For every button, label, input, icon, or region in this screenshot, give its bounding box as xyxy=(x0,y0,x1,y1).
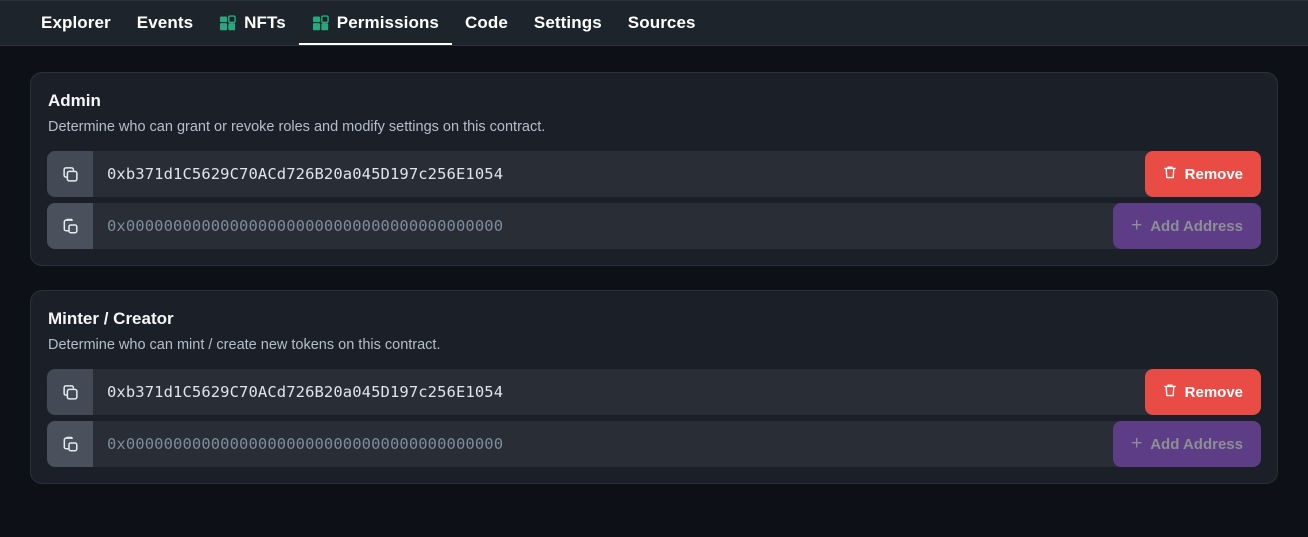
remove-button[interactable]: Remove xyxy=(1144,369,1261,415)
permission-card-0: Admin Determine who can grant or revoke … xyxy=(30,72,1278,266)
nav-item-permissions[interactable]: Permissions xyxy=(298,1,453,45)
add-address-button[interactable]: + Add Address xyxy=(1113,421,1261,467)
permissions-page: Admin Determine who can grant or revoke … xyxy=(0,46,1308,484)
nav-item-label: Explorer xyxy=(41,13,111,32)
card-description: Determine who can grant or revoke roles … xyxy=(48,119,546,135)
paste-icon-button[interactable] xyxy=(47,203,93,249)
nav-item-nfts[interactable]: NFTs xyxy=(206,1,299,45)
address-row-list: 0xb371d1C5629C70ACd726B20a045D197c256E10… xyxy=(47,369,1261,467)
address-input-placeholder[interactable]: 0x00000000000000000000000000000000000000… xyxy=(93,421,1113,467)
plus-icon: + xyxy=(1131,432,1143,454)
button-label: Add Address xyxy=(1150,217,1243,235)
paste-icon xyxy=(63,218,78,234)
address-row-0: 0xb371d1C5629C70ACd726B20a045D197c256E10… xyxy=(47,369,1261,415)
trash-icon xyxy=(1163,166,1176,178)
nav-item-label: Settings xyxy=(533,13,602,32)
nav-item-code[interactable]: Code xyxy=(452,1,521,45)
paste-icon xyxy=(63,436,78,452)
nav-item-settings[interactable]: Settings xyxy=(521,1,615,45)
plus-icon: + xyxy=(1131,214,1143,236)
blocks-icon xyxy=(312,14,329,32)
nav-item-label: Sources xyxy=(627,13,696,32)
trash-icon xyxy=(1163,165,1177,184)
nav-item-label: Permissions xyxy=(336,13,439,32)
top-navigation: Explorer Events NFTs Permissions Code Se… xyxy=(0,0,1308,46)
copy-icon-button[interactable] xyxy=(47,151,93,197)
address-value[interactable]: 0xb371d1C5629C70ACd726B20a045D197c256E10… xyxy=(93,369,1145,415)
nav-item-label: Events xyxy=(136,13,194,32)
card-title: Minter / Creator xyxy=(48,309,174,328)
address-row-1: 0x00000000000000000000000000000000000000… xyxy=(47,421,1261,467)
nav-item-label: Code xyxy=(465,13,508,32)
card-description: Determine who can mint / create new toke… xyxy=(48,337,441,353)
nav-item-events[interactable]: Events xyxy=(124,1,206,45)
button-label: Remove xyxy=(1184,383,1243,401)
nav-item-sources[interactable]: Sources xyxy=(615,1,709,45)
button-label: Remove xyxy=(1184,165,1243,183)
copy-icon xyxy=(62,166,78,182)
copy-icon xyxy=(62,384,78,400)
add-address-button[interactable]: + Add Address xyxy=(1113,203,1261,249)
nav-item-explorer[interactable]: Explorer xyxy=(28,1,124,45)
button-label: Add Address xyxy=(1150,435,1243,453)
trash-icon xyxy=(1163,384,1176,396)
address-row-0: 0xb371d1C5629C70ACd726B20a045D197c256E10… xyxy=(47,151,1261,197)
paste-icon-button[interactable] xyxy=(47,421,93,467)
permission-card-1: Minter / Creator Determine who can mint … xyxy=(30,290,1278,484)
address-input-placeholder[interactable]: 0x00000000000000000000000000000000000000… xyxy=(93,203,1113,249)
plus-icon: + xyxy=(1131,214,1143,236)
remove-button[interactable]: Remove xyxy=(1144,151,1261,197)
blocks-icon xyxy=(219,14,236,32)
plus-icon: + xyxy=(1131,432,1143,454)
trash-icon xyxy=(1163,383,1177,402)
nav-item-label: NFTs xyxy=(244,13,286,32)
address-row-1: 0x00000000000000000000000000000000000000… xyxy=(47,203,1261,249)
copy-icon-button[interactable] xyxy=(47,369,93,415)
address-row-list: 0xb371d1C5629C70ACd726B20a045D197c256E10… xyxy=(47,151,1261,249)
address-value[interactable]: 0xb371d1C5629C70ACd726B20a045D197c256E10… xyxy=(93,151,1145,197)
card-title: Admin xyxy=(48,91,101,110)
